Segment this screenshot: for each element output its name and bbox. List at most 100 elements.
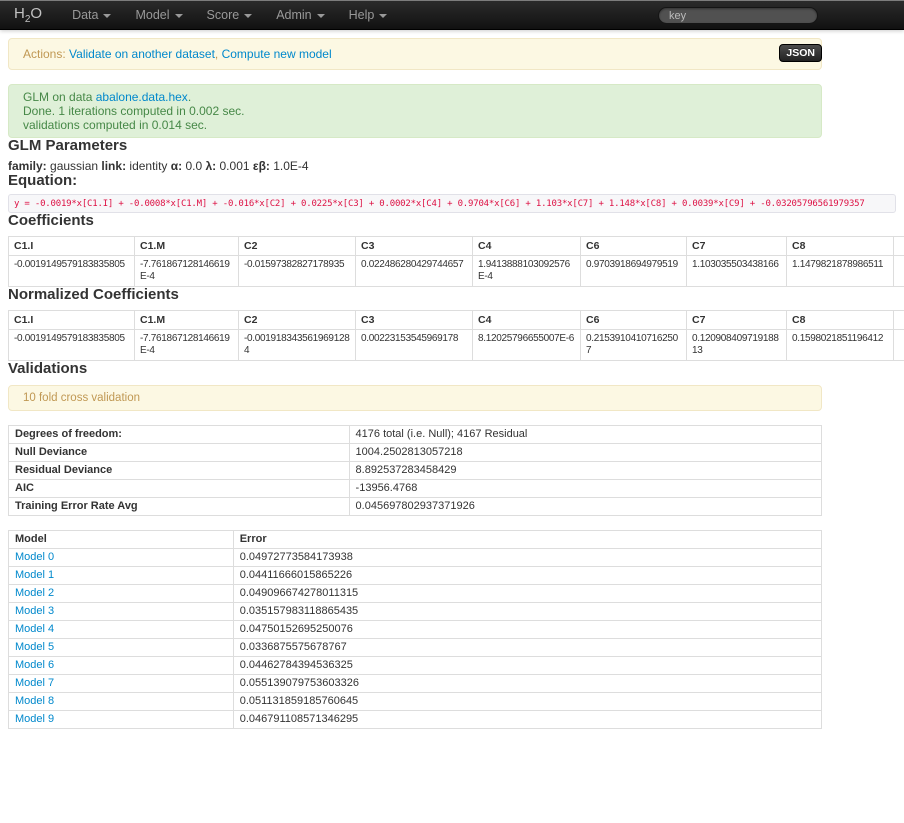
model-link-1[interactable]: Model 1 xyxy=(15,569,54,581)
table-row: Model 9 0.046791108571346295 xyxy=(9,711,822,729)
column-header: C1.I xyxy=(9,237,135,256)
validations-heading: Validations xyxy=(8,361,896,377)
table-row: Model 50.0336875575678767 xyxy=(9,639,822,657)
param-label: link: xyxy=(101,159,126,173)
table-row: Model 4 0.04750152695250076 xyxy=(9,621,822,639)
models-table: ModelErrorModel 00.04972773584173938Mode… xyxy=(8,530,822,729)
coefficient-value: -0.0019149579183835805 xyxy=(9,256,135,287)
actions-bar: Actions: Validate on another dataset, Co… xyxy=(8,38,822,70)
glm-parameters-heading: GLM Parameters xyxy=(8,138,896,154)
model-cell: Model 7 xyxy=(9,675,234,693)
model-cell: Model 3 xyxy=(9,603,234,621)
coefficient-value: 1.1479821878986511 xyxy=(787,256,894,287)
model-link-9[interactable]: Model 9 xyxy=(15,713,54,725)
models-table-body: ModelErrorModel 00.04972773584173938Mode… xyxy=(9,531,822,729)
param-label: εβ: xyxy=(253,159,270,173)
stat-label: Degrees of freedom: xyxy=(9,426,350,444)
model-link-5[interactable]: Model 5 xyxy=(15,641,54,653)
coefficient-value: -7.761867128146619E-4 xyxy=(135,256,239,287)
table-row: Model 7 0.055139079753603326 xyxy=(9,675,822,693)
model-error-value: 0.04750152695250076 xyxy=(233,621,821,639)
table-row: Null Deviance1004.2502813057218 xyxy=(9,444,822,462)
normalized-coefficients-heading: Normalized Coefficients xyxy=(8,287,896,303)
column-header: C6 xyxy=(581,237,687,256)
model-link-8[interactable]: Model 8 xyxy=(15,695,54,707)
column-header: C6 xyxy=(581,311,687,330)
status-line-3: validations computed in 0.014 sec. xyxy=(23,118,807,132)
column-header: C4 xyxy=(473,311,581,330)
column-header: C1.M xyxy=(135,311,239,330)
model-error-value: 0.055139079753603326 xyxy=(233,675,821,693)
table-header-row: C1.IC1.MC2C3C4C6C7C8 xyxy=(9,311,904,330)
model-link-3[interactable]: Model 3 xyxy=(15,605,54,617)
model-error-value: 0.051131859185760645 xyxy=(233,693,821,711)
stats-table-body: Degrees of freedom:4176 total (i.e. Null… xyxy=(9,426,822,516)
param-label: λ: xyxy=(206,159,217,173)
column-header: C3 xyxy=(356,311,473,330)
table-row: Model 20.049096674278011315 xyxy=(9,585,822,603)
model-error-value: 0.046791108571346295 xyxy=(233,711,821,729)
h2o-logo[interactable]: H2O xyxy=(14,5,42,25)
chevron-down-icon xyxy=(175,14,183,18)
model-cell: Model 9 xyxy=(9,711,234,729)
model-cell: Model 4 xyxy=(9,621,234,639)
nav-item-data[interactable]: Data xyxy=(60,0,123,30)
column-header: C1.I xyxy=(9,311,135,330)
nav-item-label: Score xyxy=(207,8,240,22)
clipped-column xyxy=(894,237,904,256)
model-cell: Model 5 xyxy=(9,639,234,657)
table-row: -0.0019149579183835805-7.761867128146619… xyxy=(9,330,904,361)
param-value: identity xyxy=(126,159,171,173)
model-cell: Model 8 xyxy=(9,693,234,711)
model-link-6[interactable]: Model 6 xyxy=(15,659,54,671)
nav-item-label: Model xyxy=(135,8,169,22)
model-cell: Model 0 xyxy=(9,549,234,567)
model-link-7[interactable]: Model 7 xyxy=(15,677,54,689)
status-alert: GLM on data abalone.data.hex. Done. 1 it… xyxy=(8,84,822,138)
table-row: Model 00.04972773584173938 xyxy=(9,549,822,567)
coefficient-value: 0.21539104107162507 xyxy=(581,330,687,361)
column-header: Error xyxy=(233,531,821,549)
table-row: Residual Deviance8.892537283458429 xyxy=(9,462,822,480)
action-link-0[interactable]: Validate on another dataset xyxy=(69,47,215,61)
table-row: -0.0019149579183835805-7.761867128146619… xyxy=(9,256,904,287)
table-header-row: C1.IC1.MC2C3C4C6C7C8 xyxy=(9,237,904,256)
coefficient-value: 1.103035503438166 xyxy=(687,256,787,287)
nav-item-label: Help xyxy=(349,8,375,22)
table-row: Model 6 0.04462784394536325 xyxy=(9,657,822,675)
nav-item-score[interactable]: Score xyxy=(195,0,265,30)
column-header: C2 xyxy=(239,237,356,256)
action-link-1[interactable]: Compute new model xyxy=(222,47,332,61)
normalized-coefficients-table: C1.IC1.MC2C3C4C6C7C8-0.00191495791838358… xyxy=(8,310,904,361)
stat-value: 8.892537283458429 xyxy=(349,462,821,480)
model-link-4[interactable]: Model 4 xyxy=(15,623,54,635)
stat-value: 0.045697802937371926 xyxy=(349,498,821,516)
glm-params-line: family: gaussian link: identity α: 0.0 λ… xyxy=(8,160,896,173)
nav-item-admin[interactable]: Admin xyxy=(264,0,336,30)
actions-label: Actions: xyxy=(23,47,66,61)
cross-validation-note: 10 fold cross validation xyxy=(8,385,822,411)
equation-code: y = -0.0019*x[C1.I] + -0.0008*x[C1.M] + … xyxy=(8,194,896,213)
dataset-link[interactable]: abalone.data.hex xyxy=(96,90,188,104)
stat-label: AIC xyxy=(9,480,350,498)
json-button[interactable]: JSON xyxy=(779,44,822,62)
param-label: family: xyxy=(8,159,47,173)
param-value: 1.0E-4 xyxy=(270,159,309,173)
clipped-column xyxy=(894,256,904,287)
chevron-down-icon xyxy=(103,14,111,18)
table-row: AIC-13956.4768 xyxy=(9,480,822,498)
nav-item-model[interactable]: Model xyxy=(123,0,194,30)
stat-value: -13956.4768 xyxy=(349,480,821,498)
stats-table: Degrees of freedom:4176 total (i.e. Null… xyxy=(8,425,822,516)
coefficients-heading: Coefficients xyxy=(8,213,896,229)
search-input[interactable] xyxy=(658,7,818,24)
table-row: Degrees of freedom:4176 total (i.e. Null… xyxy=(9,426,822,444)
nav-item-help[interactable]: Help xyxy=(337,0,400,30)
model-error-value: 0.04462784394536325 xyxy=(233,657,821,675)
model-link-0[interactable]: Model 0 xyxy=(15,551,54,563)
model-cell: Model 6 xyxy=(9,657,234,675)
status-text-2: . xyxy=(188,90,191,104)
coefficient-value: -0.0019149579183835805 xyxy=(9,330,135,361)
status-line-2: Done. 1 iterations computed in 0.002 sec… xyxy=(23,104,807,118)
model-link-2[interactable]: Model 2 xyxy=(15,587,54,599)
